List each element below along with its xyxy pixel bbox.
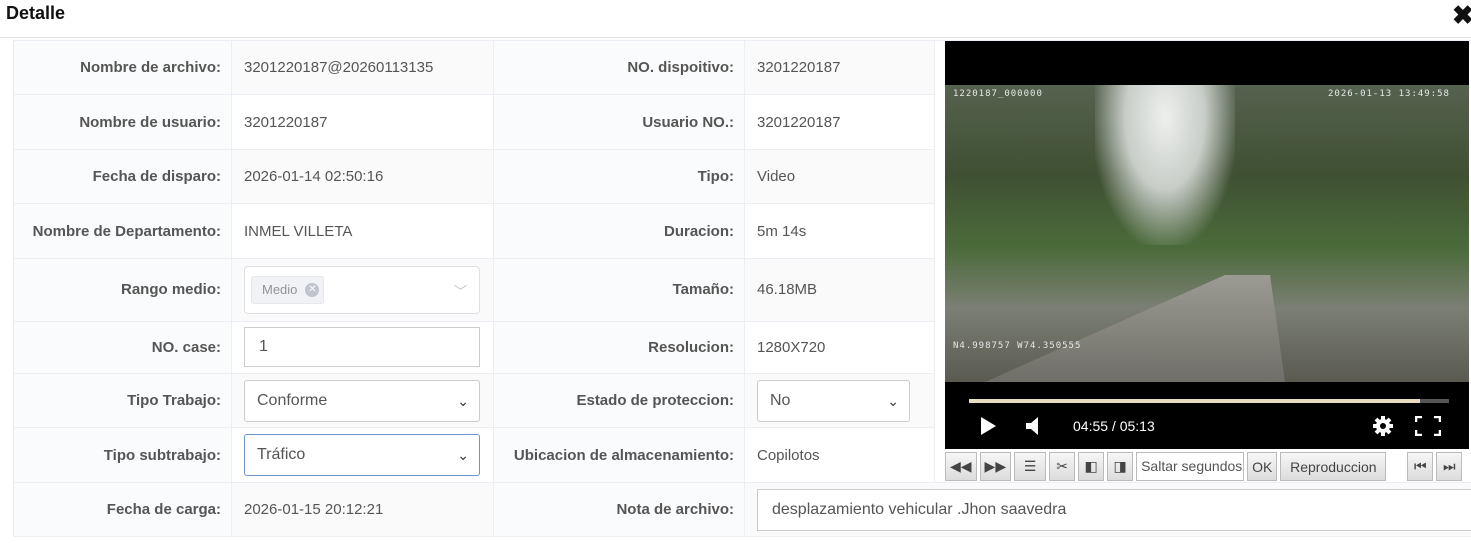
field-label-range: Rango medio: bbox=[13, 257, 232, 322]
protection-select[interactable]: No ⌄ bbox=[757, 379, 910, 422]
detail-table: Nombre de archivo: 3201220187@2026011313… bbox=[13, 39, 1471, 537]
video-frame: 1220187_000000 2026-01-13 13:49:58 N4.99… bbox=[945, 85, 1469, 382]
gear-icon[interactable] bbox=[1372, 415, 1394, 437]
field-label-protection: Estado de proteccion: bbox=[493, 372, 745, 429]
field-label-resolution: Resolucion: bbox=[493, 320, 745, 374]
scissors-icon[interactable]: ✂ bbox=[1049, 452, 1076, 481]
field-label-case: NO. case: bbox=[13, 320, 232, 374]
close-icon[interactable]: ✖ bbox=[1452, 0, 1471, 30]
chevron-down-icon[interactable]: ﹀ bbox=[454, 281, 467, 300]
protection-value: No bbox=[770, 391, 791, 409]
next-frame-icon[interactable]: ◨ bbox=[1107, 452, 1134, 481]
field-range-cell: Medio ✕ ﹀ bbox=[231, 257, 494, 322]
field-value-duration: 5m 14s bbox=[744, 203, 935, 259]
field-work-type-cell: Conforme ⌄ bbox=[231, 372, 494, 429]
first-icon[interactable]: ⏮ bbox=[1407, 452, 1434, 481]
field-label-size: Tamaño: bbox=[493, 257, 745, 322]
video-overlay-gps: N4.998757 W74.350555 bbox=[953, 341, 1082, 351]
field-value-size: 46.18MB bbox=[744, 257, 935, 322]
field-label-duration: Duracion: bbox=[493, 203, 745, 259]
table-row: Fecha de carga: 2026-01-15 20:12:21 Nota… bbox=[13, 482, 1471, 537]
player-toolbar: ◀◀ ▶▶ ☰ ✂ ◧ ◨ Saltar segundos OK Reprodu… bbox=[945, 452, 1471, 482]
fast-forward-icon[interactable]: ▶▶ bbox=[979, 452, 1012, 481]
field-value-upload-date: 2026-01-15 20:12:21 bbox=[231, 482, 494, 537]
field-label-storage: Ubicacion de almacenamiento: bbox=[493, 427, 745, 483]
field-value-device: 3201220187 bbox=[744, 39, 935, 96]
video-cell: 1220187_000000 2026-01-13 13:49:58 N4.99… bbox=[934, 40, 1471, 483]
field-value-resolution: 1280X720 bbox=[744, 320, 935, 374]
work-type-select[interactable]: Conforme ⌄ bbox=[244, 379, 480, 422]
field-label-trigger-date: Fecha de disparo: bbox=[13, 148, 232, 205]
prev-frame-icon[interactable]: ◧ bbox=[1078, 452, 1105, 481]
field-note-cell: desplazamiento vehicular .Jhon saavedra bbox=[744, 482, 1471, 537]
range-tag-label: Medio bbox=[262, 281, 298, 297]
video-player[interactable]: 1220187_000000 2026-01-13 13:49:58 N4.99… bbox=[945, 41, 1469, 449]
field-value-type: Video bbox=[744, 148, 935, 205]
field-label-note: Nota de archivo: bbox=[493, 482, 745, 537]
dialog-title: Detalle bbox=[6, 3, 66, 23]
fullscreen-icon[interactable] bbox=[1415, 416, 1441, 436]
video-overlay-time: 2026-01-13 13:49:58 bbox=[1328, 89, 1450, 99]
field-value-trigger-date: 2026-01-14 02:50:16 bbox=[231, 148, 494, 205]
field-value-storage: Copilotos bbox=[744, 427, 935, 483]
chevron-down-icon: ⌄ bbox=[457, 392, 469, 409]
work-type-value: Conforme bbox=[257, 391, 328, 409]
range-multiselect[interactable]: Medio ✕ ﹀ bbox=[244, 265, 480, 314]
play-icon[interactable] bbox=[979, 416, 997, 436]
seek-seconds-input[interactable]: Saltar segundos bbox=[1136, 452, 1245, 481]
field-label-subwork-type: Tipo subtrabajo: bbox=[13, 427, 232, 483]
field-label-upload-date: Fecha de carga: bbox=[13, 482, 232, 537]
subwork-type-value: Tráfico bbox=[257, 446, 306, 464]
field-label-department: Nombre de Departamento: bbox=[13, 203, 232, 259]
video-overlay-id: 1220187_000000 bbox=[953, 89, 1043, 99]
chevron-down-icon: ⌄ bbox=[457, 447, 469, 464]
field-label-user-no: Usuario NO.: bbox=[493, 94, 745, 150]
last-icon[interactable]: ⏭ bbox=[1436, 452, 1463, 481]
case-input[interactable]: 1 bbox=[244, 327, 480, 368]
field-label-device: NO. dispoitivo: bbox=[493, 39, 745, 96]
field-label-type: Tipo: bbox=[493, 148, 745, 205]
field-protection-cell: No ⌄ bbox=[744, 372, 935, 429]
field-value-username: 3201220187 bbox=[231, 94, 494, 150]
video-sky bbox=[1095, 85, 1235, 245]
volume-icon[interactable] bbox=[1025, 416, 1043, 436]
chevron-down-icon: ⌄ bbox=[887, 392, 899, 409]
table-row: Nombre de archivo: 3201220187@2026011313… bbox=[13, 39, 1471, 483]
tag-close-icon[interactable]: ✕ bbox=[305, 282, 320, 297]
progress-fill bbox=[969, 399, 1421, 403]
dialog-header: Detalle ✖ bbox=[0, 0, 1471, 38]
playback-button[interactable]: Reproduccion bbox=[1280, 452, 1387, 481]
ok-button[interactable]: OK bbox=[1247, 452, 1278, 481]
field-subwork-type-cell: Tráfico ⌄ bbox=[231, 427, 494, 483]
field-label-username: Nombre de usuario: bbox=[13, 94, 232, 150]
video-time: 04:55 / 05:13 bbox=[1073, 418, 1155, 434]
rewind-icon[interactable]: ◀◀ bbox=[945, 452, 977, 481]
field-case-cell: 1 bbox=[231, 320, 494, 374]
field-label-filename: Nombre de archivo: bbox=[13, 39, 232, 96]
range-tag: Medio ✕ bbox=[251, 275, 325, 304]
list-icon[interactable]: ☰ bbox=[1014, 452, 1047, 481]
field-value-user-no: 3201220187 bbox=[744, 94, 935, 150]
field-value-filename: 3201220187@20260113135 bbox=[231, 39, 494, 96]
field-value-department: INMEL VILLETA bbox=[231, 203, 494, 259]
field-label-work-type: Tipo Trabajo: bbox=[13, 372, 232, 429]
subwork-type-select[interactable]: Tráfico ⌄ bbox=[244, 434, 480, 477]
note-input[interactable]: desplazamiento vehicular .Jhon saavedra bbox=[757, 488, 1471, 531]
video-road bbox=[985, 275, 1285, 382]
